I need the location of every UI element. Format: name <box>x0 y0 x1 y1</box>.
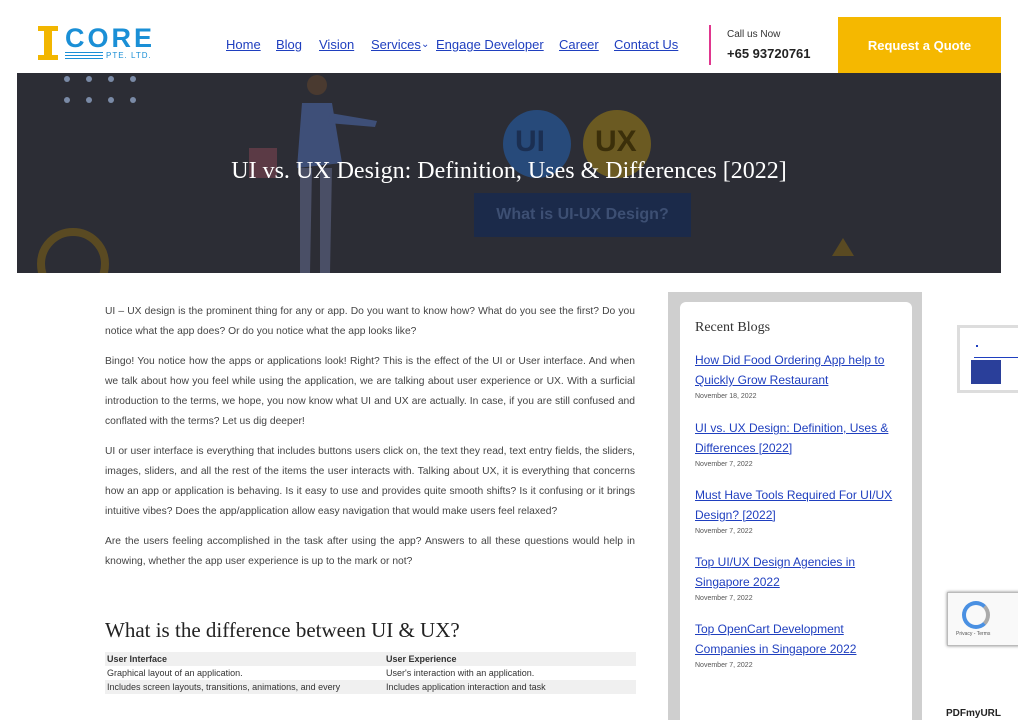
list-item: UI vs. UX Design: Definition, Uses & Dif… <box>695 418 900 468</box>
article-paragraph: UI – UX design is the prominent thing fo… <box>105 306 635 337</box>
logo-i-mark <box>38 26 58 60</box>
request-quote-button[interactable]: Request a Quote <box>838 17 1001 73</box>
list-item: Must Have Tools Required For UI/UX Desig… <box>695 485 900 535</box>
hero-banner: UI UX What is UI-UX Design? UI vs. UX De… <box>17 73 1001 273</box>
triangle-decoration <box>832 238 854 256</box>
article-paragraph: Are the users feeling accomplished in th… <box>105 536 635 567</box>
call-number[interactable]: +65 93720761 <box>727 46 811 61</box>
nav-vision[interactable]: Vision <box>319 37 354 52</box>
logo-lines <box>65 52 103 60</box>
recaptcha-icon <box>962 601 990 629</box>
ui-badge-text: UI <box>515 125 545 158</box>
article-body: UI – UX design is the prominent thing fo… <box>105 302 635 582</box>
blog-date: November 7, 2022 <box>695 595 753 602</box>
table-row: Graphical layout of an application. User… <box>105 666 636 680</box>
sidebar-title: Recent Blogs <box>695 320 771 335</box>
table-row: Includes screen layouts, transitions, an… <box>105 680 636 694</box>
blog-link[interactable]: How Did Food Ordering App help to Quickl… <box>695 350 900 390</box>
widget-dot <box>976 345 978 347</box>
blog-date: November 7, 2022 <box>695 461 753 468</box>
table-header: User Interface <box>105 652 384 666</box>
banner-caption: What is UI-UX Design? <box>474 193 691 237</box>
table-cell: Includes application interaction and tas… <box>384 680 636 694</box>
blog-date: November 18, 2022 <box>695 393 757 400</box>
call-label: Call us Now <box>727 29 781 40</box>
page-title: UI vs. UX Design: Definition, Uses & Dif… <box>231 158 787 184</box>
widget-image <box>971 360 1001 384</box>
blog-date: November 7, 2022 <box>695 528 753 535</box>
recaptcha-links[interactable]: Privacy - Terms <box>956 631 990 637</box>
article-paragraph: Bingo! You notice how the apps or applic… <box>105 356 635 427</box>
table-header: User Experience <box>384 652 636 666</box>
list-item: How Did Food Ordering App help to Quickl… <box>695 350 900 400</box>
recaptcha-badge[interactable]: Privacy - Terms <box>947 592 1018 646</box>
article-paragraph: UI or user interface is everything that … <box>105 446 635 517</box>
blog-link[interactable]: Top UI/UX Design Agencies in Singapore 2… <box>695 552 900 592</box>
nav-services[interactable]: Services <box>371 37 421 52</box>
widget-line <box>974 357 1018 358</box>
comparison-table: User Interface User Experience Graphical… <box>105 652 636 694</box>
pdf-watermark: PDFmyURL <box>946 708 1002 719</box>
logo-subtitle: PTE. LTD. <box>106 51 152 60</box>
nav-engage-developer[interactable]: Engage Developer <box>436 37 544 52</box>
nav-contact-us[interactable]: Contact Us <box>614 37 678 52</box>
table-cell: Graphical layout of an application. <box>107 668 243 678</box>
logo-word: CORE <box>65 23 156 53</box>
blog-link[interactable]: Top OpenCart Development Companies in Si… <box>695 619 900 659</box>
site-logo[interactable]: CORE PTE. LTD. <box>38 23 163 62</box>
blog-link[interactable]: Must Have Tools Required For UI/UX Desig… <box>695 485 900 525</box>
nav-blog[interactable]: Blog <box>276 37 302 52</box>
site-header: CORE PTE. LTD. Home Blog Vision Services… <box>0 0 1018 73</box>
table-cell: Includes screen layouts, transitions, an… <box>105 680 384 694</box>
table-cell: User's interaction with an application. <box>386 668 535 678</box>
nav-home[interactable]: Home <box>226 37 261 52</box>
ux-badge-text: UX <box>595 125 637 158</box>
table-header-row: User Interface User Experience <box>105 652 636 666</box>
section-heading: What is the difference between UI & UX? <box>105 618 460 642</box>
recent-blogs-sidebar: Recent Blogs How Did Food Ordering App h… <box>680 302 912 720</box>
blog-date: November 7, 2022 <box>695 662 753 669</box>
blog-link[interactable]: UI vs. UX Design: Definition, Uses & Dif… <box>695 418 900 458</box>
floating-widget[interactable] <box>957 325 1018 393</box>
nav-career[interactable]: Career <box>559 37 599 52</box>
list-item: Top OpenCart Development Companies in Si… <box>695 619 900 669</box>
list-item: Top UI/UX Design Agencies in Singapore 2… <box>695 552 900 602</box>
arc-decoration <box>37 228 109 273</box>
header-divider <box>709 25 711 65</box>
chevron-down-icon[interactable]: ⌄ <box>421 39 429 50</box>
